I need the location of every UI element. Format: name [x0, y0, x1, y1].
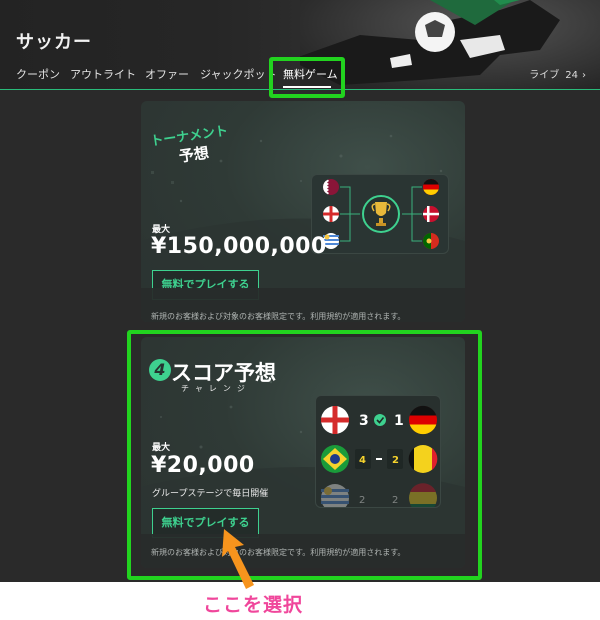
tournament-prediction-logo: トーナメント 予想 [150, 124, 229, 166]
annotation-caption: ここを選択 [203, 594, 304, 616]
qatar-flag [323, 179, 339, 195]
highlight-free-games-tab [269, 57, 345, 98]
chevron-right-icon: › [582, 70, 586, 81]
pointer-arrow-icon [222, 529, 254, 589]
disclaimer-text: 新規のお客様および対象のお客様限定です。利用規約が適用されます。 [151, 312, 406, 321]
denmark-flag [423, 206, 439, 222]
live-count: 24 [565, 70, 578, 81]
logo-line2: 予想 [178, 144, 210, 166]
england-flag [323, 206, 339, 222]
prize-amount: ¥150,000,000 [151, 234, 327, 259]
portugal-flag [423, 233, 439, 249]
live-label: ライブ [529, 70, 560, 81]
tab-offers[interactable]: オファー [145, 66, 189, 82]
tab-coupon[interactable]: クーポン [16, 66, 60, 82]
tournament-bracket-graphic [311, 174, 449, 254]
germany-flag [423, 178, 439, 196]
tab-jackpot[interactable]: ジャックポット [200, 66, 276, 82]
tournament-prediction-card[interactable]: トーナメント 予想 最大 ¥150,000,000 無料でプレイする 新規のお客… [141, 101, 465, 322]
highlight-score-prediction-card [127, 330, 482, 580]
live-link[interactable]: ライブ 24 › [529, 66, 586, 81]
tab-outright[interactable]: アウトライト [70, 66, 136, 82]
page-title: サッカー [16, 32, 92, 53]
